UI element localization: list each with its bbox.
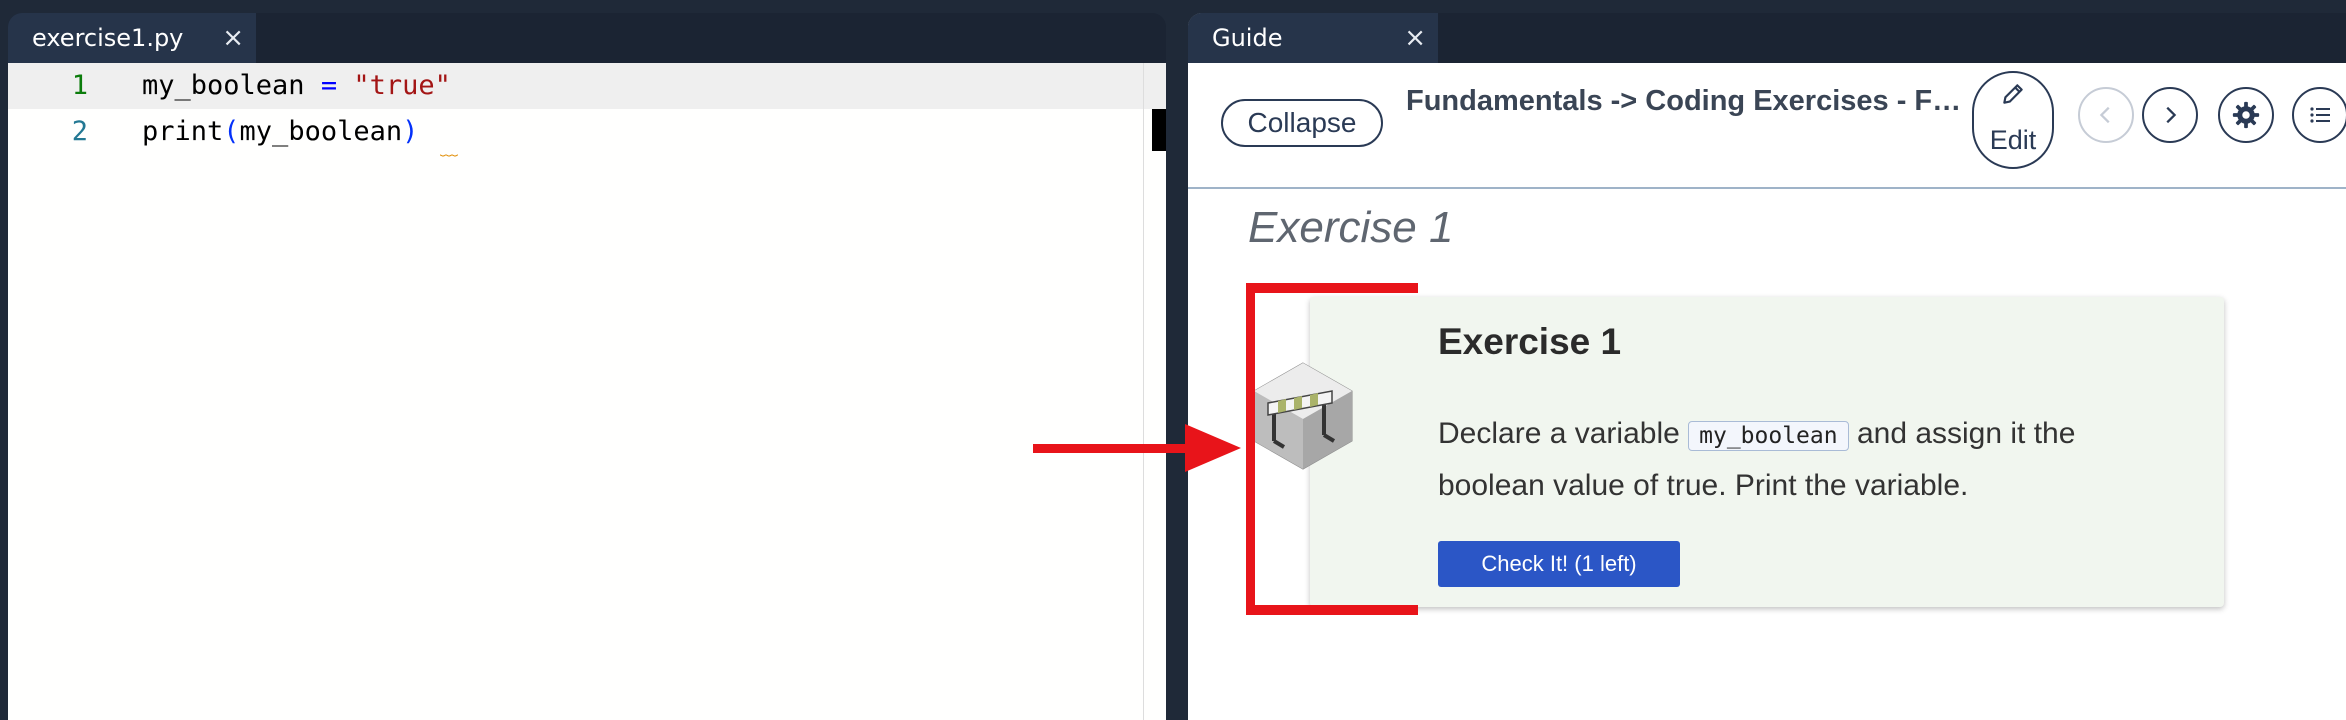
- card-title: Exercise 1: [1438, 321, 1622, 362]
- token-string: "true": [353, 70, 451, 101]
- edit-button[interactable]: Edit: [1972, 71, 2054, 169]
- hurdle-icon: [1253, 362, 1353, 470]
- code-line[interactable]: 2 print(my_boolean) ﹏: [8, 109, 1166, 160]
- code-text: print(my_boolean): [142, 109, 418, 155]
- minimap-ruler: [1143, 63, 1144, 720]
- token-argument: my_boolean: [239, 116, 403, 147]
- tab-label: exercise1.py: [32, 24, 184, 52]
- exercise-card: Exercise 1 Declare a variable my_boolean…: [1310, 297, 2224, 607]
- line-number: 1: [71, 70, 88, 101]
- collapse-button[interactable]: Collapse: [1221, 99, 1383, 147]
- code-editor-pane: exercise1.py × 1 my_boolean = "true" 2 p…: [8, 13, 1166, 720]
- annotation-bracket-left: [1246, 283, 1255, 615]
- inline-code: my_boolean: [1688, 421, 1849, 451]
- annotation-bracket-bottom: [1246, 605, 1418, 615]
- code-area[interactable]: 1 my_boolean = "true" 2 print(my_boolean…: [8, 63, 1166, 720]
- desc-text: Declare a variable: [1438, 417, 1689, 450]
- table-of-contents-button[interactable]: [2292, 87, 2346, 143]
- code-line[interactable]: 1 my_boolean = "true": [8, 63, 1166, 109]
- warning-squiggle-icon: ﹏: [440, 139, 458, 160]
- token-function: print: [142, 116, 224, 147]
- red-arrow-icon: [1033, 424, 1241, 472]
- token-operator: =: [304, 70, 354, 101]
- guide-title: Fundamentals -> Coding Exercises - Fu...: [1406, 85, 1966, 117]
- line-number: 2: [71, 116, 88, 147]
- chevron-left-icon: [2099, 106, 2110, 124]
- previous-button[interactable]: [2078, 87, 2134, 143]
- chevron-right-icon: [2166, 106, 2177, 124]
- check-it-button[interactable]: Check It! (1 left): [1438, 541, 1680, 587]
- guide-tab-bar: Guide ×: [1188, 13, 2346, 63]
- token-paren-open: (: [223, 116, 240, 147]
- guide-toolbar: Collapse Fundamentals -> Coding Exercise…: [1188, 63, 2346, 189]
- guide-pane: Guide × Collapse Fundamentals -> Coding …: [1188, 13, 2346, 720]
- token-paren-close: ): [402, 116, 419, 147]
- guide-content: Exercise 1 Exercise 1 Declare a variable…: [1188, 189, 2346, 720]
- settings-button[interactable]: [2218, 87, 2274, 143]
- tab-label: Guide: [1212, 24, 1283, 52]
- pencil-icon: [1974, 81, 2052, 111]
- edit-label: Edit: [1989, 125, 2037, 155]
- scrollbar-thumb[interactable]: [1152, 109, 1166, 151]
- next-button[interactable]: [2142, 87, 2198, 143]
- tab-guide[interactable]: Guide ×: [1188, 13, 1438, 63]
- list-icon: [2310, 107, 2330, 123]
- annotation-bracket-top: [1246, 283, 1418, 293]
- code-text: my_boolean = "true": [142, 63, 451, 109]
- card-description: Declare a variable my_boolean and assign…: [1438, 409, 2178, 510]
- gear-icon: [2232, 101, 2260, 129]
- section-heading: Exercise 1: [1248, 203, 1454, 252]
- close-icon[interactable]: ×: [1404, 13, 1426, 63]
- tab-exercise1[interactable]: exercise1.py ×: [8, 13, 256, 63]
- editor-tab-bar: exercise1.py ×: [8, 13, 1166, 63]
- token-variable: my_boolean: [142, 70, 305, 101]
- close-icon[interactable]: ×: [222, 13, 244, 63]
